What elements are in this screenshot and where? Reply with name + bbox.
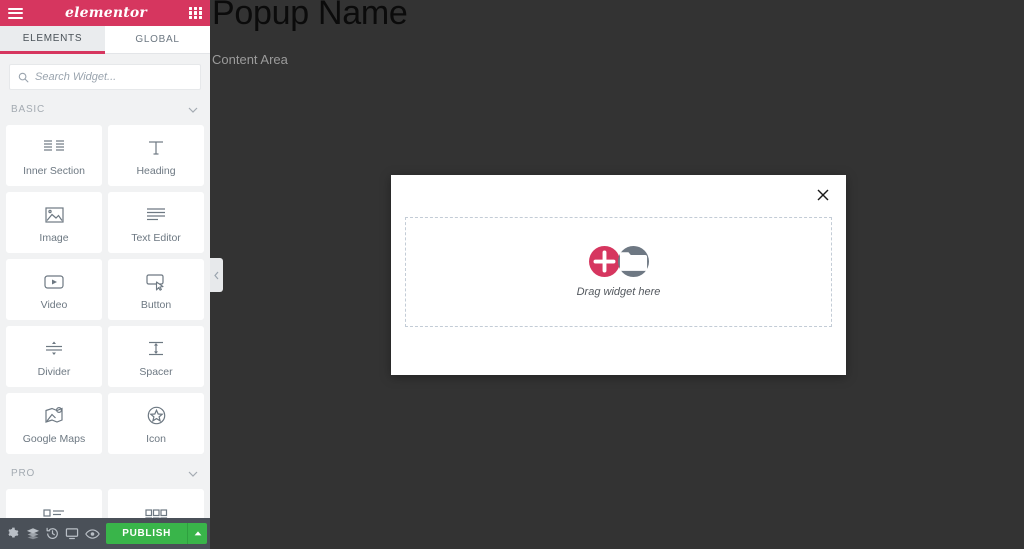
template-library-button[interactable] xyxy=(617,246,649,277)
widget-label: Text Editor xyxy=(131,231,181,244)
chevron-left-icon xyxy=(214,271,219,279)
publish-button[interactable]: PUBLISH xyxy=(106,523,188,544)
dropzone-actions xyxy=(588,246,649,277)
collapse-panel-button[interactable] xyxy=(210,258,223,292)
add-widget-button[interactable] xyxy=(588,246,620,277)
category-header-pro[interactable]: PRO xyxy=(0,454,210,489)
portfolio-icon xyxy=(144,505,168,518)
navigator-icon[interactable] xyxy=(23,518,43,549)
tab-elements[interactable]: ELEMENTS xyxy=(0,26,105,54)
image-icon xyxy=(44,202,65,228)
widget-grid-pro xyxy=(0,489,210,518)
widget-divider[interactable]: Divider xyxy=(6,326,102,387)
chevron-down-icon xyxy=(188,107,198,113)
widget-button[interactable]: Button xyxy=(108,259,204,320)
google-maps-icon xyxy=(43,403,65,429)
widget-image[interactable]: Image xyxy=(6,192,102,253)
tab-global-label: GLOBAL xyxy=(135,34,180,45)
widget-spacer[interactable]: Spacer xyxy=(108,326,204,387)
heading-icon xyxy=(146,135,166,161)
widget-icon[interactable]: Icon xyxy=(108,393,204,454)
publish-options-button[interactable] xyxy=(187,523,208,544)
widget-inner-section[interactable]: Inner Section xyxy=(6,125,102,186)
widget-label: Spacer xyxy=(139,365,173,378)
responsive-icon[interactable] xyxy=(63,518,83,549)
widget-label: Heading xyxy=(136,164,176,177)
search-icon xyxy=(18,72,29,82)
sidebar-header: elementor xyxy=(0,0,210,26)
spacer-icon xyxy=(145,336,167,362)
close-icon[interactable] xyxy=(814,186,832,204)
popup-modal: Drag widget here xyxy=(391,175,846,375)
button-icon xyxy=(145,269,167,295)
widget-google-maps[interactable]: Google Maps xyxy=(6,393,102,454)
widget-text-editor[interactable]: Text Editor xyxy=(108,192,204,253)
divider-icon xyxy=(43,336,65,362)
widget-label: Image xyxy=(39,231,69,244)
tab-global[interactable]: GLOBAL xyxy=(105,26,210,54)
sidebar-tabs: ELEMENTS GLOBAL xyxy=(0,26,210,54)
widget-dropzone[interactable]: Drag widget here xyxy=(405,217,832,327)
posts-icon xyxy=(42,505,66,518)
search-section xyxy=(0,54,210,98)
inner-section-icon xyxy=(43,135,65,161)
widget-posts[interactable] xyxy=(6,489,102,518)
editor-sidebar: elementor ELEMENTS GLOBAL Search Widget.… xyxy=(0,0,210,549)
preview-icon[interactable] xyxy=(82,518,102,549)
elementor-logo: elementor xyxy=(64,5,147,21)
content-area-label: Content Area xyxy=(212,52,288,67)
icon-star-icon xyxy=(146,403,167,429)
category-title-pro: PRO xyxy=(11,468,36,479)
publish-label: PUBLISH xyxy=(122,528,172,539)
page-title: Popup Name xyxy=(212,0,408,32)
widget-label: Google Maps xyxy=(22,432,86,445)
settings-icon[interactable] xyxy=(3,518,23,549)
widget-label: Inner Section xyxy=(23,164,85,177)
widget-label: Button xyxy=(140,298,172,311)
widget-panel[interactable]: BASIC Inner Section Heading Image Text E… xyxy=(0,98,210,518)
publish-group: PUBLISH xyxy=(106,523,208,544)
text-editor-icon xyxy=(145,202,167,228)
widget-label: Video xyxy=(40,298,68,311)
widget-heading[interactable]: Heading xyxy=(108,125,204,186)
category-header-basic[interactable]: BASIC xyxy=(0,98,210,125)
category-title-basic: BASIC xyxy=(11,104,46,115)
hamburger-menu-icon[interactable] xyxy=(8,5,23,21)
apps-grid-icon[interactable] xyxy=(188,6,202,20)
chevron-down-icon xyxy=(188,471,198,477)
widget-label: Divider xyxy=(37,365,71,378)
history-icon[interactable] xyxy=(43,518,63,549)
widget-label: Icon xyxy=(146,432,166,445)
elementor-editor: Popup Name Content Area Drag widget here… xyxy=(0,0,1024,549)
widget-portfolio[interactable] xyxy=(108,489,204,518)
tab-elements-label: ELEMENTS xyxy=(22,33,83,44)
sidebar-footer: PUBLISH xyxy=(0,518,210,549)
search-input[interactable] xyxy=(35,71,192,83)
video-icon xyxy=(43,269,65,295)
widget-video[interactable]: Video xyxy=(6,259,102,320)
dropzone-label: Drag widget here xyxy=(576,286,661,298)
widget-grid-basic: Inner Section Heading Image Text Editor … xyxy=(0,125,210,454)
search-box[interactable] xyxy=(9,64,201,90)
